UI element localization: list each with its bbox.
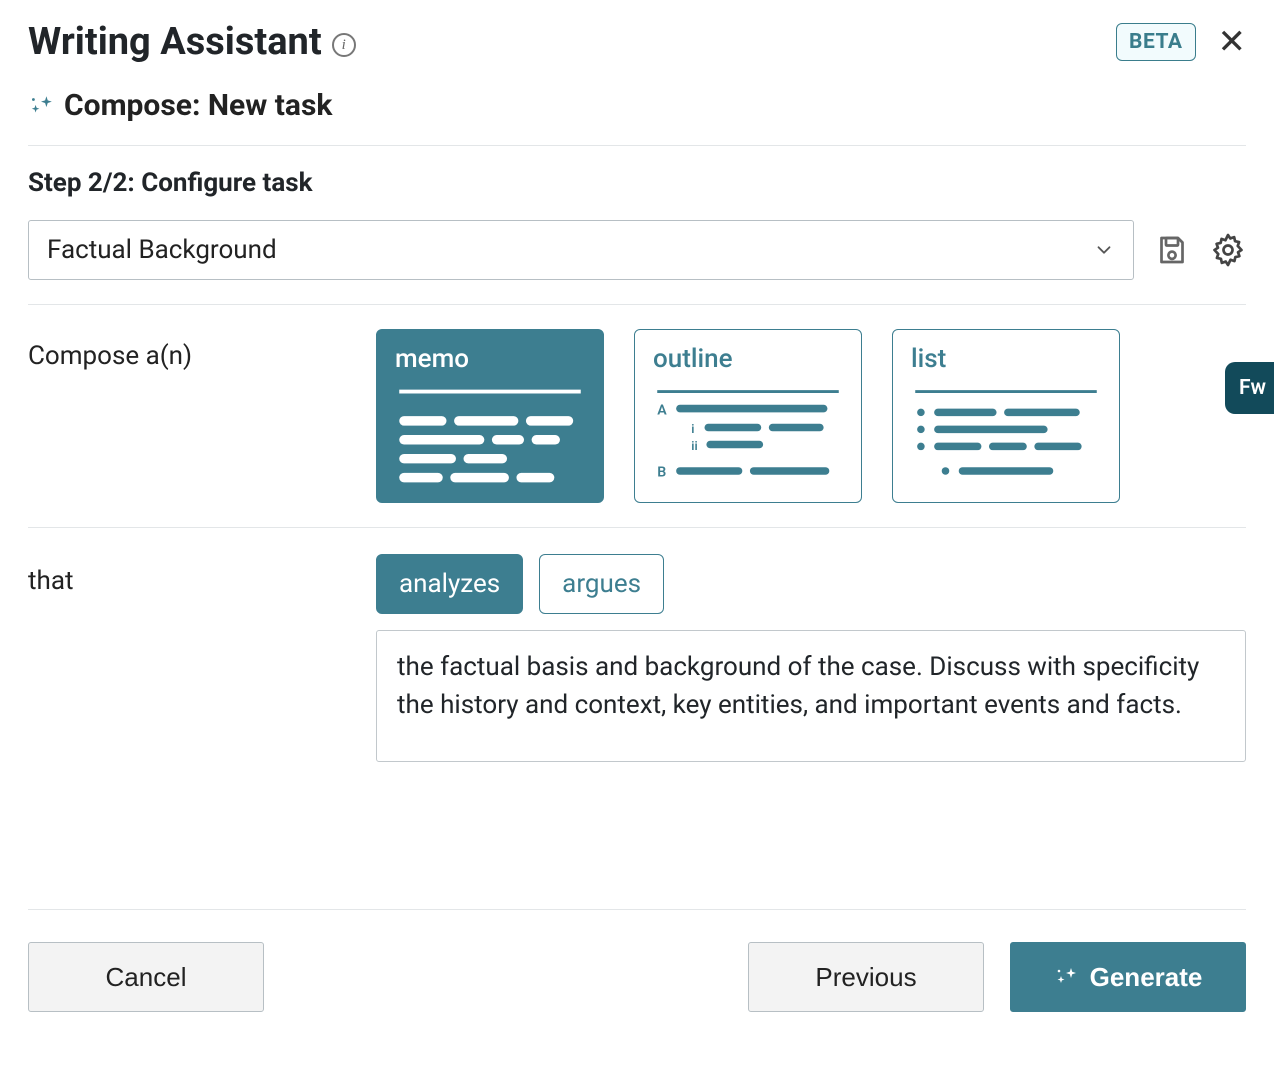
generate-button[interactable]: Generate: [1010, 942, 1246, 1012]
compose-label: Compose a(n): [28, 329, 358, 503]
that-description-textarea[interactable]: [376, 630, 1246, 762]
outline-preview-icon: A i ii B: [653, 384, 843, 488]
gear-icon[interactable]: [1210, 232, 1246, 268]
that-label: that: [28, 554, 358, 762]
that-chip-analyzes[interactable]: analyzes: [376, 554, 523, 614]
chevron-down-icon: [1093, 239, 1115, 261]
compose-option-list-label: list: [911, 344, 1101, 374]
task-select-value: Factual Background: [47, 235, 277, 265]
header-right: BETA ✕: [1116, 23, 1246, 61]
that-right: analyzes argues: [376, 554, 1246, 762]
compose-option-list[interactable]: list: [892, 329, 1120, 503]
svg-text:A: A: [657, 402, 667, 418]
compose-option-outline[interactable]: outline A i ii B: [634, 329, 862, 503]
sparkle-icon: [28, 93, 54, 119]
that-row: that analyzes argues: [28, 528, 1246, 762]
compose-subheader-label: Compose: New task: [64, 88, 332, 123]
compose-option-memo-label: memo: [395, 344, 585, 374]
beta-badge: BETA: [1116, 23, 1195, 61]
task-select[interactable]: Factual Background: [28, 220, 1134, 280]
svg-text:ii: ii: [691, 440, 697, 454]
save-icon[interactable]: [1154, 232, 1190, 268]
header: Writing Assistant i BETA ✕: [28, 20, 1246, 64]
that-chip-row: analyzes argues: [376, 554, 1246, 614]
compose-subheader: Compose: New task: [28, 88, 1246, 146]
compose-option-memo[interactable]: memo: [376, 329, 604, 503]
compose-options: memo outline A: [376, 329, 1246, 503]
footer: Cancel Previous Generate: [28, 909, 1246, 1012]
compose-option-outline-label: outline: [653, 344, 843, 374]
previous-button[interactable]: Previous: [748, 942, 984, 1012]
header-left: Writing Assistant i: [28, 20, 356, 64]
svg-text:i: i: [691, 423, 694, 437]
page-title: Writing Assistant: [28, 20, 322, 64]
close-icon[interactable]: ✕: [1218, 25, 1247, 59]
list-preview-icon: [911, 384, 1101, 488]
sparkle-icon: [1054, 965, 1078, 989]
footer-right: Previous Generate: [748, 942, 1246, 1012]
that-chip-argues[interactable]: argues: [539, 554, 664, 614]
memo-preview-icon: [395, 384, 585, 488]
info-icon[interactable]: i: [332, 33, 356, 57]
side-floating-tab[interactable]: Fw: [1225, 362, 1274, 414]
task-select-row: Factual Background: [28, 220, 1246, 305]
compose-row: Compose a(n) memo outline: [28, 305, 1246, 528]
svg-text:B: B: [657, 465, 666, 481]
step-label: Step 2/2: Configure task: [28, 168, 1246, 198]
cancel-button[interactable]: Cancel: [28, 942, 264, 1012]
generate-button-label: Generate: [1090, 962, 1203, 993]
